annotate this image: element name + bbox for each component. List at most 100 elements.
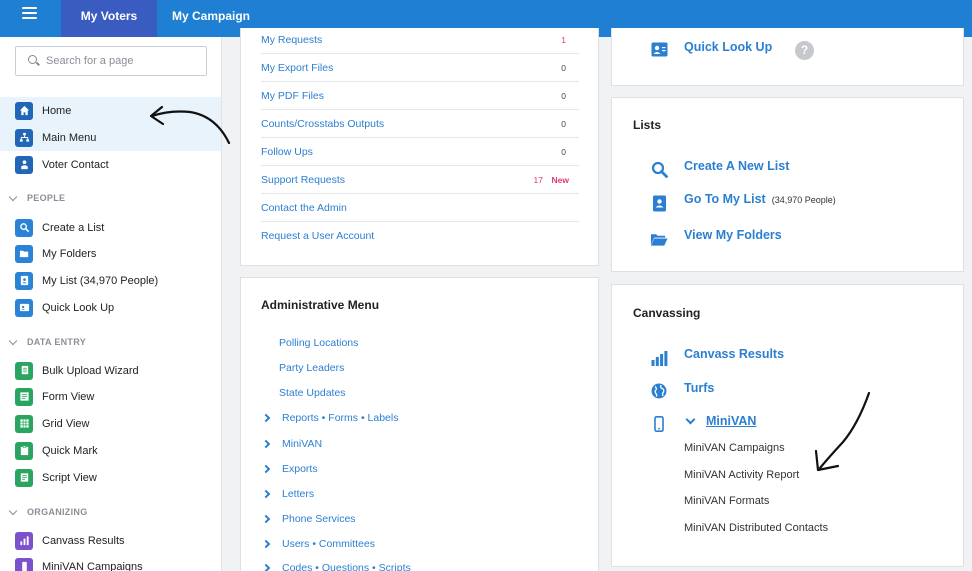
- admin-link-state-updates[interactable]: State Updates: [279, 387, 346, 399]
- count-badge: 0: [561, 62, 566, 73]
- list-count-note: (34,970 People): [771, 195, 836, 205]
- report-row[interactable]: Support Requests 17 New: [261, 166, 579, 194]
- report-row[interactable]: My PDF Files 0: [261, 82, 579, 110]
- grid-icon: [15, 414, 33, 433]
- admin-link-polling-locations[interactable]: Polling Locations: [279, 337, 358, 349]
- sidebar-item-label: My List (34,970 People): [42, 274, 159, 287]
- sidebar-item-label: Main Menu: [42, 131, 97, 144]
- report-row[interactable]: Request a User Account: [261, 222, 579, 250]
- id-card-icon: [15, 298, 33, 317]
- admin-expand-codes[interactable]: Codes • Questions • Scripts: [261, 562, 411, 571]
- chevron-right-icon: [261, 413, 271, 423]
- section-header-people[interactable]: PEOPLE: [8, 192, 65, 203]
- sidebar-item-label: Canvass Results: [42, 534, 125, 547]
- contact-card-icon: [650, 194, 668, 212]
- script-icon: [15, 468, 33, 487]
- search-icon: [15, 218, 33, 237]
- sidebar-item-grid-view[interactable]: Grid View: [0, 410, 221, 437]
- sidebar-item-label: Script View: [42, 471, 97, 484]
- report-row[interactable]: Follow Ups 0: [261, 138, 579, 166]
- mobile-phone-icon: [650, 415, 668, 433]
- lists-panel: Lists Create A New List Go To My List (34…: [611, 97, 964, 272]
- report-row[interactable]: Counts/Crosstabs Outputs 0: [261, 110, 579, 138]
- turfs-link[interactable]: Turfs: [684, 381, 714, 395]
- sidebar-item-canvass-results[interactable]: Canvass Results: [0, 527, 221, 554]
- sidebar-item-voter-contact[interactable]: Voter Contact: [0, 151, 221, 178]
- sidebar-item-label: Form View: [42, 390, 95, 403]
- new-badge: New: [551, 174, 569, 185]
- count-badge: 0: [561, 118, 566, 129]
- sidebar-item-label: Home: [42, 104, 72, 117]
- chevron-right-icon: [261, 514, 271, 524]
- minivan-toggle[interactable]: MiniVAN: [684, 414, 756, 428]
- go-to-my-list-link[interactable]: Go To My List (34,970 People): [684, 192, 836, 206]
- chevron-down-icon: [8, 336, 18, 345]
- quick-look-up-link[interactable]: Quick Look Up: [684, 40, 772, 54]
- admin-expand-minivan[interactable]: MiniVAN: [261, 438, 322, 450]
- sidebar-item-label: Grid View: [42, 417, 90, 430]
- report-row[interactable]: My Export Files 0: [261, 54, 579, 82]
- count-badge: 0: [561, 146, 566, 157]
- section-header-organizing[interactable]: ORGANIZING: [8, 506, 88, 517]
- bar-chart-icon: [650, 349, 668, 367]
- quick-look-up-panel: Quick Look Up ?: [611, 28, 964, 86]
- sidebar-item-bulk-upload-wizard[interactable]: Bulk Upload Wizard: [0, 357, 221, 384]
- chevron-right-icon: [261, 464, 271, 474]
- sidebar-item-quick-look-up[interactable]: Quick Look Up: [0, 294, 221, 321]
- clipboard-icon: [15, 441, 33, 460]
- bar-chart-icon: [15, 531, 33, 550]
- report-row[interactable]: Contact the Admin: [261, 194, 579, 222]
- admin-expand-reports[interactable]: Reports • Forms • Labels: [261, 412, 398, 424]
- hamburger-menu-icon[interactable]: [0, 0, 61, 37]
- chevron-right-icon: [261, 439, 271, 449]
- document-stack-icon: [15, 361, 33, 380]
- phone-icon: [15, 557, 33, 571]
- chevron-right-icon: [261, 489, 271, 499]
- sidebar-item-label: Voter Contact: [42, 158, 109, 171]
- sidebar-item-script-view[interactable]: Script View: [0, 464, 221, 491]
- sidebar-item-my-folders[interactable]: My Folders: [0, 240, 221, 267]
- home-icon: [15, 101, 33, 120]
- sidebar-item-create-list[interactable]: Create a List: [0, 214, 221, 241]
- sidebar-item-label: Create a List: [42, 221, 105, 234]
- canvassing-panel: Canvassing Canvass Results Turfs MiniVAN…: [611, 284, 964, 567]
- minivan-campaigns-link[interactable]: MiniVAN Campaigns: [684, 442, 785, 454]
- count-badge: 0: [561, 90, 566, 101]
- search-icon: [650, 160, 668, 178]
- admin-link-party-leaders[interactable]: Party Leaders: [279, 362, 344, 374]
- minivan-formats-link[interactable]: MiniVAN Formats: [684, 495, 769, 507]
- admin-expand-phone-services[interactable]: Phone Services: [261, 513, 356, 525]
- canvass-results-link[interactable]: Canvass Results: [684, 347, 784, 361]
- report-row[interactable]: My Requests 1: [261, 26, 579, 54]
- admin-expand-exports[interactable]: Exports: [261, 463, 318, 475]
- minivan-activity-report-link[interactable]: MiniVAN Activity Report: [684, 469, 799, 481]
- admin-panel: Administrative Menu Polling Locations Pa…: [240, 277, 599, 571]
- sidebar-item-label: MiniVAN Campaigns: [42, 560, 143, 571]
- chevron-down-icon: [8, 506, 18, 515]
- sitemap-icon: [15, 128, 33, 147]
- sidebar-item-label: Bulk Upload Wizard: [42, 364, 139, 377]
- view-my-folders-link[interactable]: View My Folders: [684, 228, 782, 242]
- count-badge: 17: [533, 174, 543, 185]
- admin-expand-users[interactable]: Users • Committees: [261, 538, 375, 550]
- minivan-distributed-contacts-link[interactable]: MiniVAN Distributed Contacts: [684, 522, 828, 534]
- sidebar-item-label: Quick Mark: [42, 444, 98, 457]
- sidebar-item-form-view[interactable]: Form View: [0, 383, 221, 410]
- search-input[interactable]: [46, 53, 196, 69]
- sidebar-item-my-list[interactable]: My List (34,970 People): [0, 267, 221, 294]
- panel-title: Canvassing: [633, 306, 701, 320]
- sidebar-item-home[interactable]: Home: [0, 97, 221, 124]
- folder-open-icon: [650, 230, 668, 248]
- sidebar: Home Main Menu Voter Contact PEOPLE Crea…: [0, 37, 222, 571]
- contact-card-icon: [15, 271, 33, 290]
- sidebar-item-quick-mark[interactable]: Quick Mark: [0, 437, 221, 464]
- help-icon[interactable]: ?: [795, 41, 814, 60]
- folder-icon: [15, 244, 33, 263]
- chevron-down-icon: [685, 414, 696, 424]
- create-new-list-link[interactable]: Create A New List: [684, 159, 789, 173]
- section-header-data-entry[interactable]: DATA ENTRY: [8, 336, 86, 347]
- sidebar-item-main-menu[interactable]: Main Menu: [0, 124, 221, 151]
- sidebar-item-minivan-campaigns[interactable]: MiniVAN Campaigns: [0, 553, 221, 571]
- admin-expand-letters[interactable]: Letters: [261, 488, 314, 500]
- tab-my-voters[interactable]: My Voters: [61, 0, 157, 37]
